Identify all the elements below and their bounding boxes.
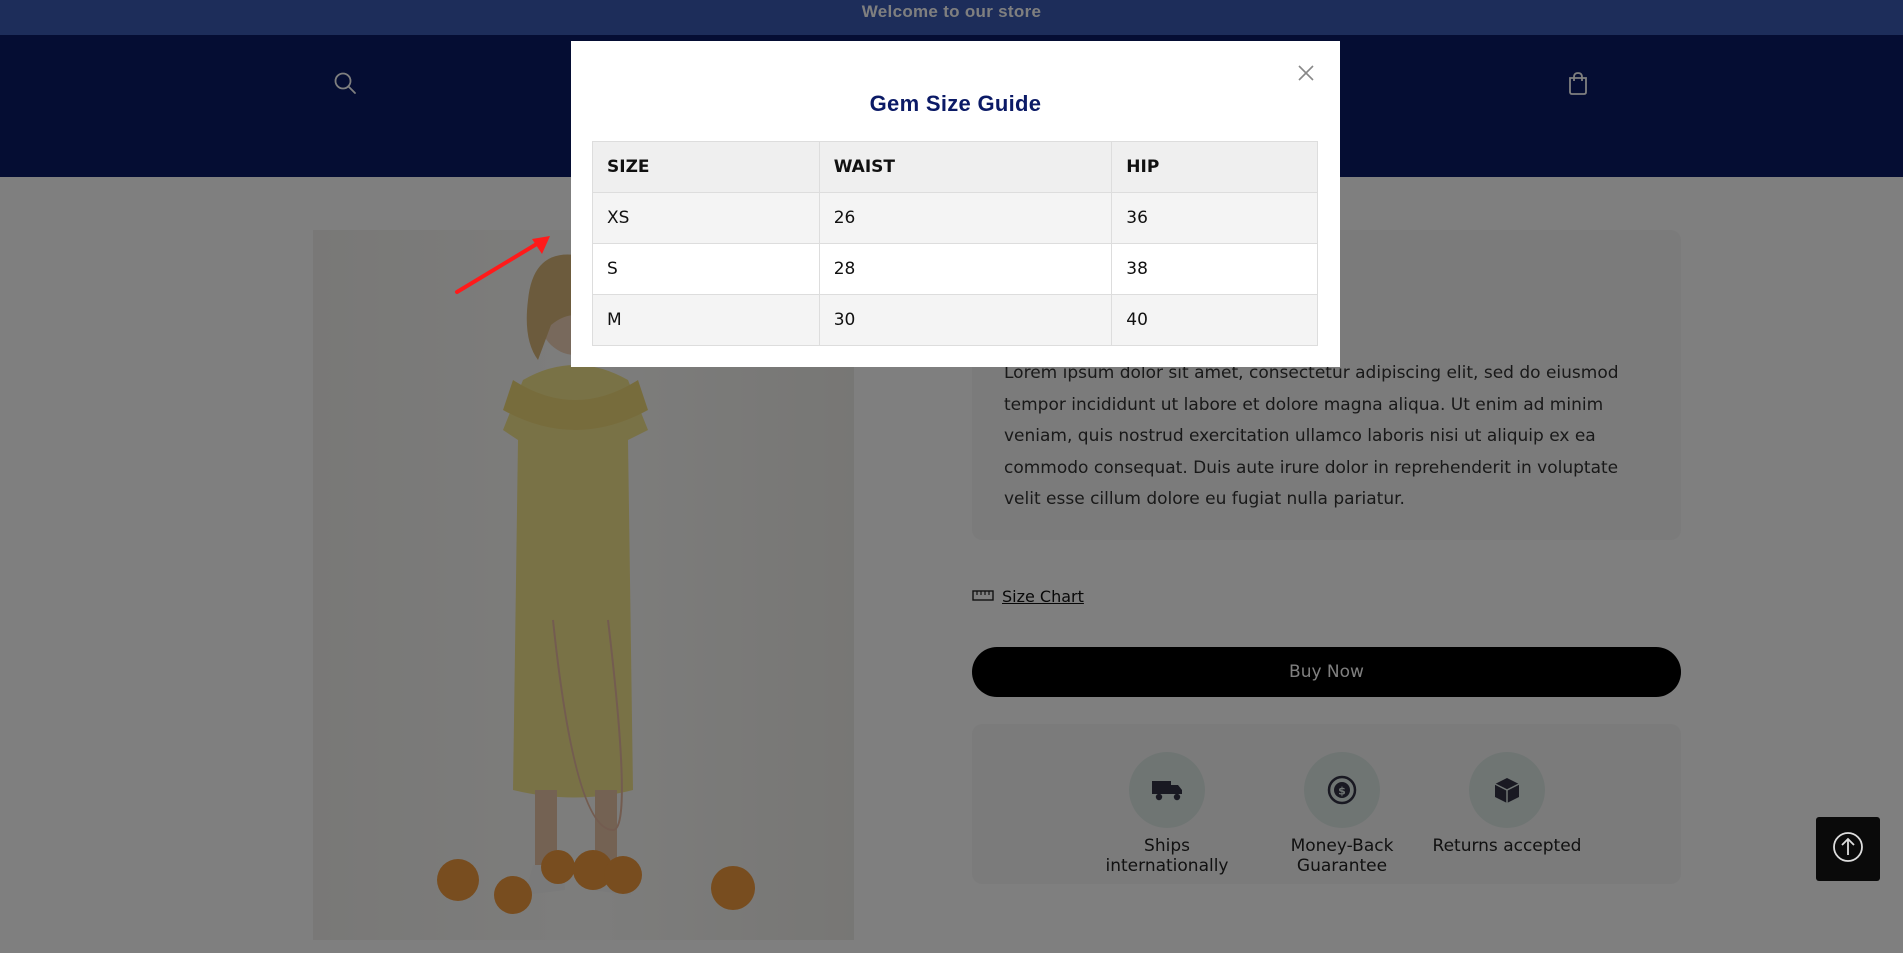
table-cell: 38 [1111, 243, 1318, 295]
table-cell: 30 [818, 294, 1113, 346]
table-cell: 28 [818, 243, 1113, 295]
table-row: S 28 38 [592, 243, 1318, 295]
column-header: WAIST [818, 141, 1113, 193]
table-cell: 36 [1111, 192, 1318, 244]
column-header: SIZE [592, 141, 820, 193]
size-table: SIZE WAIST HIP XS 26 36 S 28 38 M 30 40 [592, 141, 1318, 346]
table-cell: M [592, 294, 820, 346]
table-header-row: SIZE WAIST HIP [592, 141, 1318, 193]
arrow-up-circle-icon [1831, 830, 1865, 868]
table-cell: XS [592, 192, 820, 244]
table-cell: 26 [818, 192, 1113, 244]
size-guide-modal: Gem Size Guide SIZE WAIST HIP XS 26 36 S… [571, 41, 1340, 367]
table-cell: 40 [1111, 294, 1318, 346]
scroll-to-top-button[interactable] [1816, 817, 1880, 881]
close-icon[interactable] [1294, 61, 1318, 85]
column-header: HIP [1111, 141, 1318, 193]
red-arrow-annotation [450, 230, 560, 304]
table-row: M 30 40 [592, 294, 1318, 346]
modal-title: Gem Size Guide [869, 91, 1042, 116]
table-row: XS 26 36 [592, 192, 1318, 244]
table-cell: S [592, 243, 820, 295]
